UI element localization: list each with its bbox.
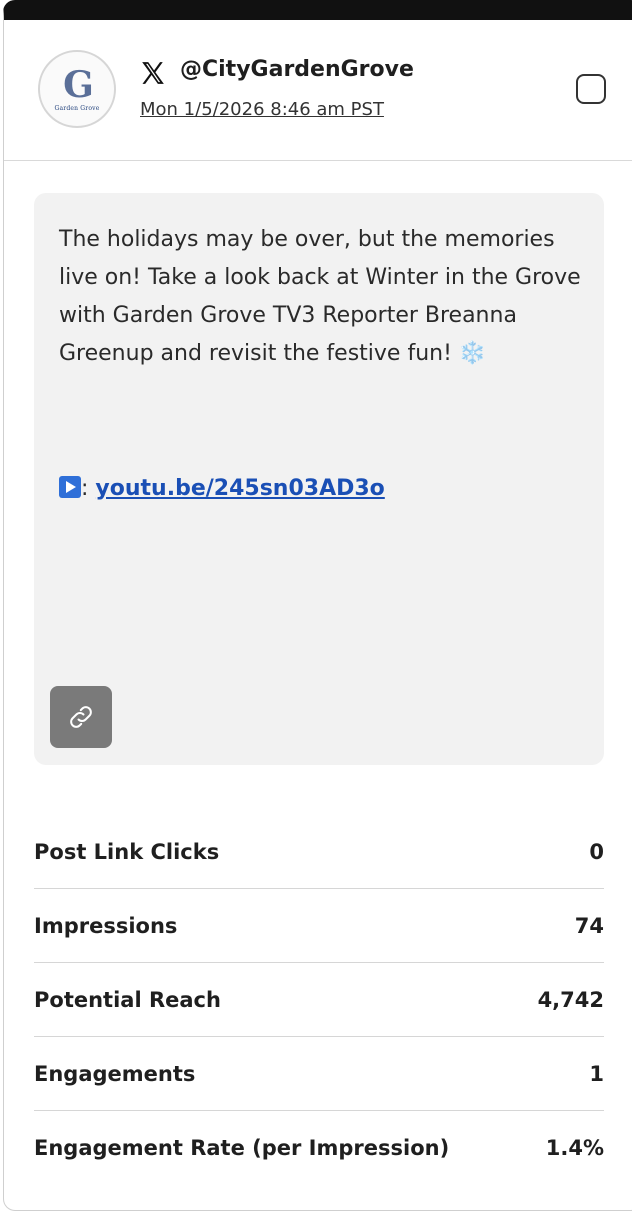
select-post-checkbox[interactable] [576, 74, 606, 104]
copy-link-button[interactable] [50, 686, 112, 748]
stat-value: 1.4% [545, 1136, 604, 1160]
avatar-logo: G [63, 63, 94, 106]
stat-value: 1 [589, 1061, 604, 1086]
stat-label: Potential Reach [34, 987, 221, 1012]
post-header: G Garden Grove @CityGardenGrove Mon 1/5/… [4, 20, 632, 161]
link-separator: : [81, 476, 89, 501]
post-text: The holidays may be over, but the memori… [59, 221, 589, 373]
stat-label: Post Link Clicks [34, 839, 220, 864]
link-icon [70, 706, 92, 728]
stat-label: Engagements [34, 1061, 196, 1086]
stat-label: Engagement Rate (per Impression) [34, 1136, 450, 1160]
post-card: G Garden Grove @CityGardenGrove Mon 1/5/… [3, 0, 632, 1211]
post-timestamp-link[interactable]: Mon 1/5/2026 8:46 am PST [140, 99, 384, 120]
post-body: The holidays may be over, but the memori… [59, 227, 581, 366]
stat-value: 0 [589, 839, 604, 864]
stat-row-potential-reach: Potential Reach 4,742 [34, 963, 604, 1037]
avatar-caption: Garden Grove [54, 104, 100, 112]
snowflake-emoji: ❄️ [458, 341, 487, 366]
post-link-line: : youtu.be/245sn03AD3o [59, 471, 385, 507]
post-content: The holidays may be over, but the memori… [34, 193, 604, 765]
stat-label: Impressions [34, 913, 178, 938]
post-stats: Post Link Clicks 0 Impressions 74 Potent… [34, 815, 604, 1185]
stat-row-impressions: Impressions 74 [34, 889, 604, 963]
stat-value: 4,742 [537, 987, 604, 1012]
play-icon [59, 476, 81, 498]
account-handle: @CityGardenGrove [180, 57, 414, 82]
avatar: G Garden Grove [38, 50, 116, 128]
stat-row-engagements: Engagements 1 [34, 1037, 604, 1111]
x-logo-icon [142, 62, 164, 84]
stat-row-post-link-clicks: Post Link Clicks 0 [34, 815, 604, 889]
stat-value: 74 [574, 913, 604, 938]
stat-row-engagement-rate: Engagement Rate (per Impression) 1.4% [34, 1111, 604, 1185]
youtube-link[interactable]: youtu.be/245sn03AD3o [95, 476, 384, 501]
